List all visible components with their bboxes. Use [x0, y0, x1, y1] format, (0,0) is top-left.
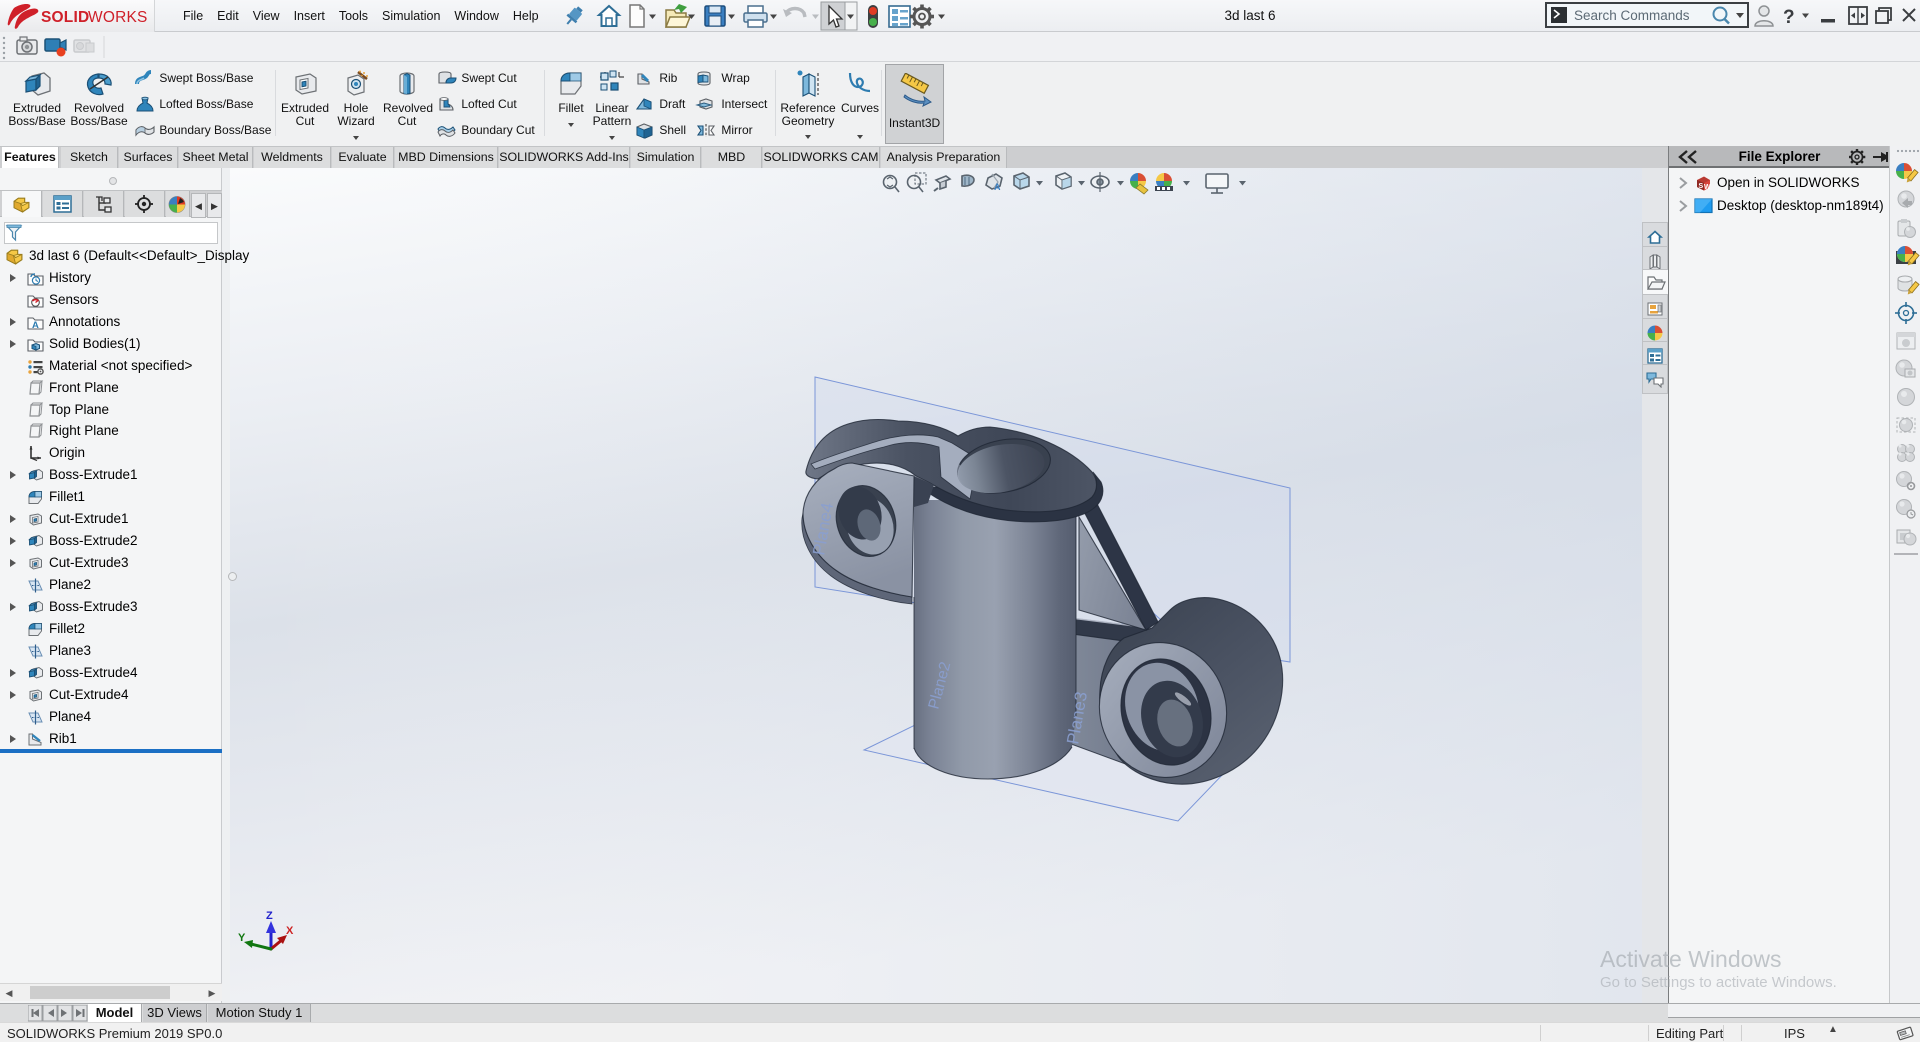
svg-text:W: W [1704, 184, 1711, 191]
svg-text:WORKS: WORKS [88, 9, 148, 26]
svg-text:Z: Z [266, 910, 273, 922]
svg-text:A: A [994, 182, 1001, 192]
svg-text:?: ? [1783, 7, 1795, 28]
svg-text:S: S [1699, 183, 1704, 190]
svg-text:Search Commands: Search Commands [1574, 8, 1690, 23]
svg-text:SOLID: SOLID [41, 9, 89, 26]
svg-text:X: X [286, 925, 294, 937]
svg-text:Y: Y [238, 932, 246, 944]
